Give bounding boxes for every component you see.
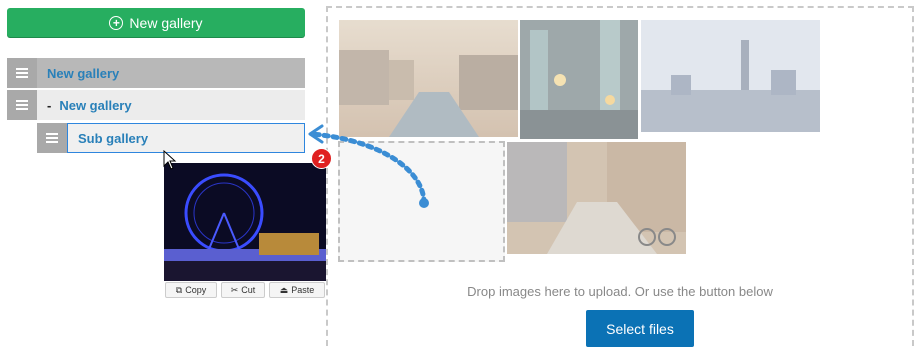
paste-button[interactable]: ⏏ Paste bbox=[269, 282, 325, 298]
dragged-image-preview[interactable] bbox=[164, 163, 326, 281]
copy-label: Copy bbox=[185, 285, 207, 295]
select-files-button[interactable]: Select files bbox=[586, 310, 694, 347]
cut-label: Cut bbox=[241, 285, 256, 295]
copy-button[interactable]: ⧉ Copy bbox=[165, 282, 217, 298]
drag-count-badge: 2 bbox=[311, 148, 332, 169]
cut-button[interactable]: ✂ Cut bbox=[221, 282, 265, 298]
drag-arrow bbox=[308, 124, 429, 208]
copy-icon: ⧉ bbox=[175, 284, 183, 295]
paste-label: Paste bbox=[291, 285, 315, 295]
gallery-manager: + New gallery New gallery - New gallery … bbox=[0, 0, 920, 353]
cursor-icon bbox=[163, 150, 177, 170]
image-actions: ⧉ Copy ✂ Cut ⏏ Paste bbox=[165, 282, 325, 298]
cut-icon: ✂ bbox=[230, 284, 239, 295]
paste-icon: ⏏ bbox=[279, 284, 289, 295]
drop-hint-text: Drop images here to upload. Or use the b… bbox=[467, 284, 773, 299]
